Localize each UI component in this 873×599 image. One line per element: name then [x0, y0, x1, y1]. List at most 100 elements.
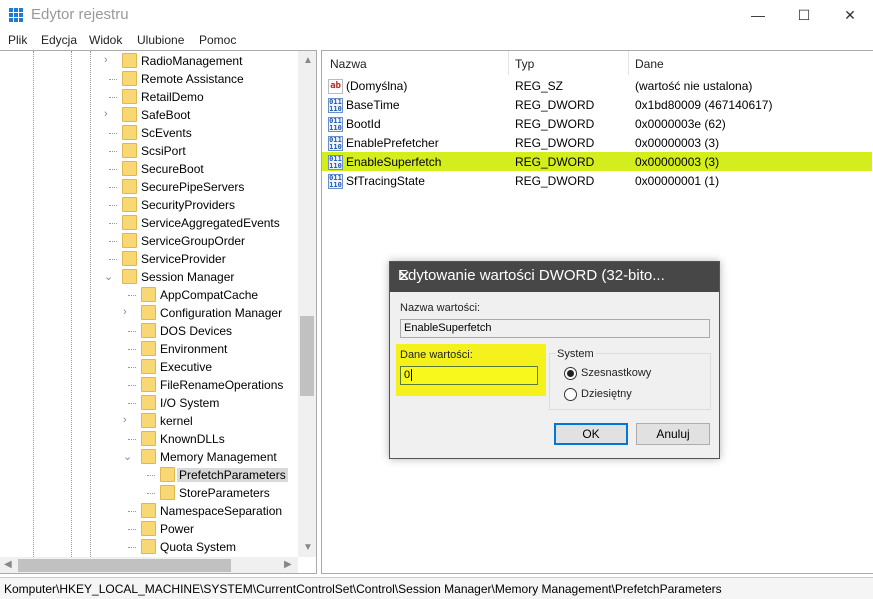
- list-row[interactable]: 011 110 EnablePrefetcher REG_DWORD 0x0000…: [322, 133, 872, 152]
- tree-item[interactable]: FileRenameOperations: [0, 376, 300, 394]
- list-row[interactable]: 011 110 BootId REG_DWORD 0x0000003e (62): [322, 114, 872, 133]
- tree-item[interactable]: › RadioManagement: [0, 52, 300, 70]
- scroll-down-icon[interactable]: ▼: [303, 542, 313, 553]
- menu-bar: Plik Edycja Widok Ulubione Pomoc: [0, 30, 873, 50]
- scroll-up-icon[interactable]: ▲: [303, 55, 313, 66]
- chevron-right-icon[interactable]: ›: [123, 306, 133, 318]
- list-row[interactable]: 011 110 BaseTime REG_DWORD 0x1bd80009 (46…: [322, 95, 872, 114]
- tree-item[interactable]: ⌄ Session Manager: [0, 268, 300, 286]
- tree-item[interactable]: ⌄ Memory Management: [0, 448, 300, 466]
- tree-item[interactable]: StoreParameters: [0, 484, 300, 502]
- column-header-name[interactable]: Nazwa: [330, 57, 367, 71]
- menu-edycja[interactable]: Edycja: [41, 33, 77, 47]
- menu-ulubione[interactable]: Ulubione: [137, 33, 184, 47]
- window-title: Edytor rejestru: [31, 6, 129, 23]
- scroll-left-icon[interactable]: ◀: [4, 559, 12, 570]
- tree-connector: [109, 223, 117, 224]
- tree-item[interactable]: Quota System: [0, 538, 300, 556]
- tree-item[interactable]: › SafeBoot: [0, 106, 300, 124]
- radio-decimal[interactable]: [564, 388, 577, 401]
- dialog-close-icon[interactable]: ✕: [398, 267, 711, 285]
- column-header-type[interactable]: Typ: [515, 57, 534, 71]
- tree-item[interactable]: RetailDemo: [0, 88, 300, 106]
- tree-item[interactable]: Power: [0, 520, 300, 538]
- folder-icon: [141, 449, 156, 464]
- column-separator[interactable]: [508, 51, 509, 75]
- list-row[interactable]: ab (Domyślna) REG_SZ (wartość nie ustalo…: [322, 76, 872, 95]
- ok-button[interactable]: OK: [554, 423, 628, 445]
- tree-item[interactable]: I/O System: [0, 394, 300, 412]
- minimize-button[interactable]: —: [735, 0, 781, 30]
- folder-icon: [122, 233, 137, 248]
- tree-vertical-scrollbar[interactable]: ▲ ▼: [298, 51, 316, 557]
- tree-item-label: DOS Devices: [160, 324, 233, 338]
- tree-vertical-scroll-thumb[interactable]: [300, 316, 314, 396]
- tree-item[interactable]: › Configuration Manager: [0, 304, 300, 322]
- value-name: BootId: [346, 117, 381, 131]
- tree-connector: [109, 205, 117, 206]
- binary-value-icon: 011 110: [328, 98, 343, 113]
- close-button[interactable]: ✕: [827, 0, 873, 30]
- tree-item[interactable]: DOS Devices: [0, 322, 300, 340]
- tree-item[interactable]: KnownDLLs: [0, 430, 300, 448]
- maximize-button[interactable]: ☐: [781, 0, 827, 30]
- tree-item[interactable]: Remote Assistance: [0, 70, 300, 88]
- list-row[interactable]: 011 110 EnableSuperfetch REG_DWORD 0x0000…: [322, 152, 872, 171]
- tree-item[interactable]: SecureBoot: [0, 160, 300, 178]
- list-row[interactable]: 011 110 SfTracingState REG_DWORD 0x000000…: [322, 171, 872, 190]
- folder-icon: [141, 521, 156, 536]
- tree-connector: [147, 493, 155, 494]
- tree-horizontal-scroll-thumb[interactable]: [18, 559, 231, 572]
- menu-plik[interactable]: Plik: [8, 33, 27, 47]
- chevron-right-icon[interactable]: ›: [104, 108, 114, 120]
- string-value-icon: ab: [328, 79, 343, 94]
- radio-decimal-label[interactable]: Dziesiętny: [581, 388, 632, 400]
- folder-icon: [122, 107, 137, 122]
- tree-connector: [109, 133, 117, 134]
- registry-editor-icon: [9, 8, 23, 22]
- tree-item[interactable]: SecurityProviders: [0, 196, 300, 214]
- tree-connector: [128, 295, 136, 296]
- folder-icon: [122, 215, 137, 230]
- chevron-right-icon[interactable]: ›: [123, 414, 133, 426]
- tree-item-label: SecurityProviders: [141, 198, 236, 212]
- folder-icon: [122, 197, 137, 212]
- value-data-label: Dane wartości:: [400, 349, 473, 361]
- status-bar: Komputer\HKEY_LOCAL_MACHINE\SYSTEM\Curre…: [0, 577, 873, 599]
- scroll-right-icon[interactable]: ▶: [284, 559, 292, 570]
- menu-widok[interactable]: Widok: [89, 33, 122, 47]
- cancel-button[interactable]: Anuluj: [636, 423, 710, 445]
- tree-item[interactable]: AppCompatCache: [0, 286, 300, 304]
- tree-item-label: I/O System: [160, 396, 220, 410]
- tree-item[interactable]: ScEvents: [0, 124, 300, 142]
- tree-item[interactable]: ServiceGroupOrder: [0, 232, 300, 250]
- tree-item[interactable]: › kernel: [0, 412, 300, 430]
- tree-item[interactable]: ServiceProvider: [0, 250, 300, 268]
- tree-horizontal-scrollbar[interactable]: ◀ ▶: [0, 557, 298, 573]
- tree-item[interactable]: ScsiPort: [0, 142, 300, 160]
- value-name: SfTracingState: [346, 174, 425, 188]
- tree-item[interactable]: PrefetchParameters: [0, 466, 300, 484]
- chevron-down-icon[interactable]: ⌄: [123, 450, 133, 463]
- radio-hex[interactable]: [564, 367, 577, 380]
- folder-icon: [122, 53, 137, 68]
- tree-item[interactable]: SecurePipeServers: [0, 178, 300, 196]
- tree-item-label: ScsiPort: [141, 144, 186, 158]
- tree-item[interactable]: Executive: [0, 358, 300, 376]
- folder-icon: [160, 467, 175, 482]
- menu-pomoc[interactable]: Pomoc: [199, 33, 236, 47]
- tree-item[interactable]: ServiceAggregatedEvents: [0, 214, 300, 232]
- radio-hex-label[interactable]: Szesnastkowy: [581, 367, 651, 379]
- folder-icon: [141, 395, 156, 410]
- value-type: REG_DWORD: [515, 155, 595, 169]
- tree-item-label: Session Manager: [141, 270, 235, 284]
- folder-icon: [141, 305, 156, 320]
- value-data-input[interactable]: 0: [400, 366, 538, 385]
- tree-item[interactable]: Environment: [0, 340, 300, 358]
- chevron-down-icon[interactable]: ⌄: [104, 270, 114, 283]
- column-header-data[interactable]: Dane: [635, 57, 664, 71]
- value-type: REG_DWORD: [515, 98, 595, 112]
- column-separator[interactable]: [628, 51, 629, 75]
- chevron-right-icon[interactable]: ›: [104, 54, 114, 66]
- tree-item[interactable]: NamespaceSeparation: [0, 502, 300, 520]
